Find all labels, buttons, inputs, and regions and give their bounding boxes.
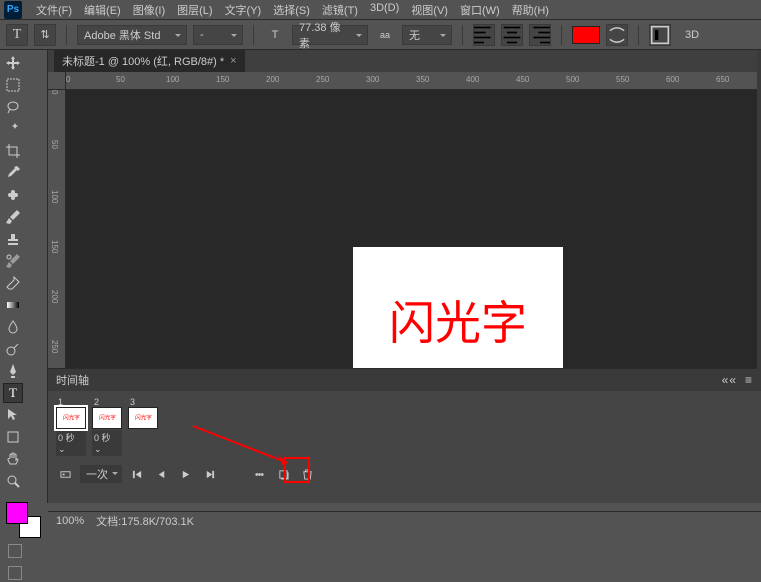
menu-bar: Ps 文件(F)编辑(E)图像(I)图层(L)文字(Y)选择(S)滤镜(T)3D…: [0, 0, 761, 20]
timeline-controls: 一次: [48, 462, 761, 486]
menu-图层(L)[interactable]: 图层(L): [171, 2, 218, 18]
eraser-tool[interactable]: [3, 273, 23, 293]
frame-thumbnail[interactable]: 闪光字: [56, 407, 86, 429]
document-title: 未标题-1 @ 100% (红, RGB/8#) *: [62, 53, 224, 69]
type-tool[interactable]: T: [3, 383, 23, 403]
ruler-corner: [48, 72, 66, 90]
frame-delay-select[interactable]: 0 秒 ⌄: [92, 430, 122, 456]
ruler-horizontal: 050100150200250300350400450500550600650: [66, 72, 761, 90]
menu-文字(Y)[interactable]: 文字(Y): [219, 2, 268, 18]
align-right-button[interactable]: [529, 24, 551, 46]
menu-滤镜(T)[interactable]: 滤镜(T): [316, 2, 364, 18]
menu-选择(S)[interactable]: 选择(S): [267, 2, 316, 18]
first-frame-button[interactable]: [128, 465, 146, 483]
next-frame-button[interactable]: [200, 465, 218, 483]
shape-tool[interactable]: [3, 427, 23, 447]
menu-文件(F)[interactable]: 文件(F): [30, 2, 78, 18]
3d-button[interactable]: 3D: [677, 24, 707, 46]
font-size-select[interactable]: 77.38 像素: [292, 25, 368, 45]
quickmask-button[interactable]: [8, 544, 22, 558]
foreground-color[interactable]: [6, 502, 28, 524]
path-select-tool[interactable]: [3, 405, 23, 425]
canvas[interactable]: 闪光字: [353, 247, 563, 368]
frame-number: 3: [128, 397, 158, 407]
panel-menu-icon[interactable]: ««: [722, 373, 737, 387]
options-bar: T ⇅ Adobe 黑体 Std - T 77.38 像素 aa 无 3D: [0, 20, 761, 50]
align-center-button[interactable]: [501, 24, 523, 46]
lasso-tool[interactable]: [3, 97, 23, 117]
character-panel-button[interactable]: [649, 24, 671, 46]
blur-tool[interactable]: [3, 317, 23, 337]
doc-size: 文档:175.8K/703.1K: [96, 513, 194, 529]
frame-number: 2: [92, 397, 122, 407]
history-brush-tool[interactable]: [3, 251, 23, 271]
frame-2[interactable]: 2闪光字0 秒 ⌄: [92, 397, 122, 456]
menu-帮助(H)[interactable]: 帮助(H): [506, 2, 555, 18]
screenmode-button[interactable]: [8, 566, 22, 580]
app-logo: Ps: [4, 1, 22, 19]
frame-3[interactable]: 3闪光字: [128, 397, 158, 456]
timeline-label: 时间轴: [56, 372, 89, 388]
loop-select[interactable]: 一次: [80, 465, 122, 483]
tween-button[interactable]: [250, 465, 268, 483]
frame-delay-select[interactable]: 0 秒 ⌄: [56, 430, 86, 456]
gradient-tool[interactable]: [3, 295, 23, 315]
tool-preset-button[interactable]: T: [6, 24, 28, 46]
warp-text-button[interactable]: [606, 24, 628, 46]
color-swatches[interactable]: [6, 502, 41, 538]
anti-alias-icon: aa: [374, 24, 396, 46]
frame-thumbnail[interactable]: 闪光字: [92, 407, 122, 429]
dodge-tool[interactable]: [3, 339, 23, 359]
status-bar: 100% 文档:175.8K/703.1K: [48, 511, 761, 529]
ruler-vertical: 050100150200250300350400450: [48, 90, 66, 368]
anti-alias-select[interactable]: 无: [402, 25, 452, 45]
tools-panel: T: [0, 50, 48, 503]
frame-number: 1: [56, 397, 86, 407]
timeline-panel: 时间轴 «« ≡ 1闪光字0 秒 ⌄2闪光字0 秒 ⌄3闪光字 一次: [48, 368, 761, 503]
convert-timeline-button[interactable]: [56, 465, 74, 483]
delete-frame-button[interactable]: [298, 465, 316, 483]
move-tool[interactable]: [3, 53, 23, 73]
play-button[interactable]: [176, 465, 194, 483]
zoom-tool[interactable]: [3, 471, 23, 491]
align-left-button[interactable]: [473, 24, 495, 46]
marquee-tool[interactable]: [3, 75, 23, 95]
text-orientation-button[interactable]: ⇅: [34, 24, 56, 46]
menu-视图(V)[interactable]: 视图(V): [405, 2, 454, 18]
frame-thumbnail[interactable]: 闪光字: [128, 407, 158, 429]
canvas-area[interactable]: 050100150200250300350400450500550600650 …: [48, 72, 761, 368]
magic-wand-tool[interactable]: [3, 119, 23, 139]
prev-frame-button[interactable]: [152, 465, 170, 483]
document-tab-bar: 未标题-1 @ 100% (红, RGB/8#) * ×: [48, 50, 761, 72]
panel-dock-collapsed[interactable]: [757, 50, 761, 390]
font-style-select[interactable]: -: [193, 25, 243, 45]
timeline-frames: 1闪光字0 秒 ⌄2闪光字0 秒 ⌄3闪光字: [48, 391, 761, 462]
panel-options-icon[interactable]: ≡: [745, 373, 753, 387]
canvas-text: 闪光字: [389, 287, 527, 353]
close-tab-button[interactable]: ×: [230, 55, 236, 67]
document-tab[interactable]: 未标题-1 @ 100% (红, RGB/8#) * ×: [54, 50, 245, 72]
pen-tool[interactable]: [3, 361, 23, 381]
hand-tool[interactable]: [3, 449, 23, 469]
text-color-swatch[interactable]: [572, 26, 600, 44]
menu-3D(D)[interactable]: 3D(D): [364, 2, 405, 18]
healing-brush-tool[interactable]: [3, 185, 23, 205]
menu-编辑(E)[interactable]: 编辑(E): [78, 2, 127, 18]
zoom-level[interactable]: 100%: [56, 515, 84, 527]
menu-图像(I)[interactable]: 图像(I): [127, 2, 171, 18]
eyedropper-tool[interactable]: [3, 163, 23, 183]
stamp-tool[interactable]: [3, 229, 23, 249]
font-family-select[interactable]: Adobe 黑体 Std: [77, 25, 187, 45]
menu-窗口(W)[interactable]: 窗口(W): [454, 2, 506, 18]
brush-tool[interactable]: [3, 207, 23, 227]
duplicate-frame-button[interactable]: [274, 465, 292, 483]
crop-tool[interactable]: [3, 141, 23, 161]
frame-1[interactable]: 1闪光字0 秒 ⌄: [56, 397, 86, 456]
font-size-icon: T: [264, 24, 286, 46]
